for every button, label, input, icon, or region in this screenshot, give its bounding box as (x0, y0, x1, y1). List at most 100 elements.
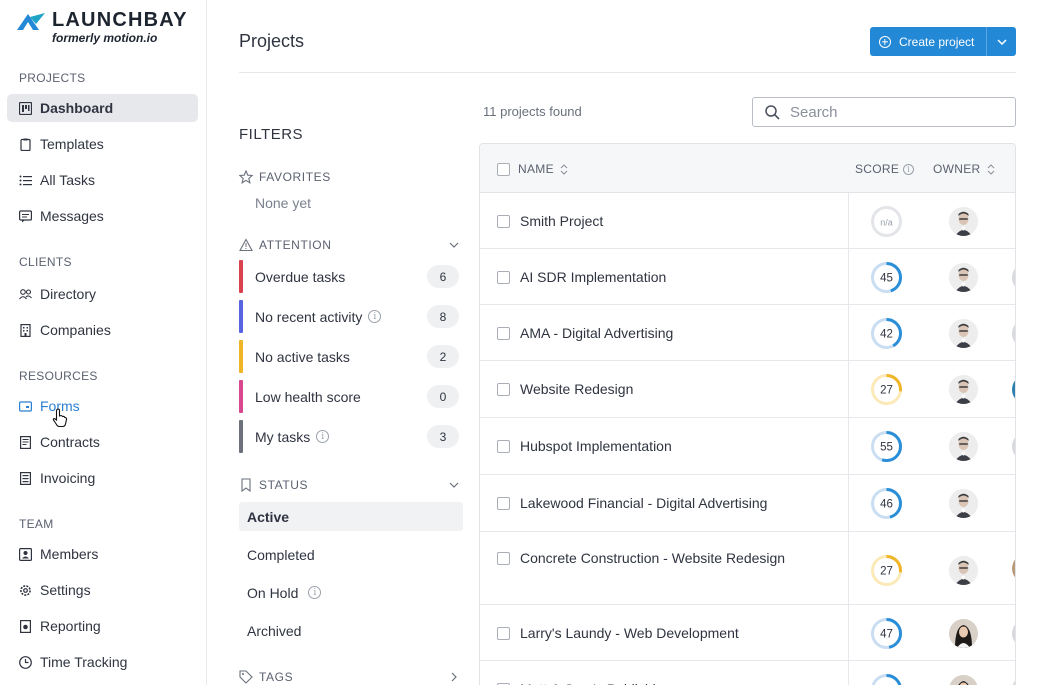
row-checkbox[interactable] (497, 440, 510, 453)
attention-overdue-tasks[interactable]: Overdue tasks 6 (239, 260, 463, 293)
owner-avatar[interactable] (949, 489, 978, 518)
favorites-header[interactable]: FAVORITES (239, 170, 463, 184)
create-options-dropdown[interactable] (987, 27, 1016, 56)
search-input[interactable] (790, 103, 1010, 121)
tag-icon (239, 670, 253, 684)
info-icon[interactable]: i (903, 163, 915, 175)
table-row[interactable]: AI SDR Implementation 45 (480, 249, 1015, 305)
sidebar-item-reporting[interactable]: Reporting (7, 612, 198, 640)
project-name[interactable]: Lakewood Financial - Digital Advertising (520, 495, 767, 511)
owner-column-header[interactable]: OWNER (933, 162, 1009, 176)
brand-logo[interactable]: LAUNCHBAY formerly motion.io (16, 9, 188, 45)
owner-avatar[interactable] (949, 432, 978, 461)
attention-header[interactable]: ATTENTION (239, 238, 463, 252)
row-checkbox[interactable] (497, 383, 510, 396)
table-row[interactable]: Lakewood Financial - Digital Advertising… (480, 475, 1015, 532)
row-checkbox[interactable] (497, 497, 510, 510)
project-name[interactable]: Matt & Sam's Publishing (520, 681, 671, 685)
attention-color-bar (239, 380, 243, 413)
table-row[interactable]: AMA - Digital Advertising 42 (480, 305, 1015, 361)
sidebar-item-invoicing[interactable]: Invoicing (7, 464, 198, 492)
select-all-checkbox[interactable] (497, 162, 510, 176)
row-checkbox[interactable] (497, 327, 510, 340)
sidebar-item-companies[interactable]: Companies (7, 316, 198, 344)
score-value: 45 (880, 273, 893, 285)
building-icon (19, 323, 32, 337)
sidebar-item-label: Dashboard (40, 100, 114, 116)
table-row[interactable]: Smith Project n/a (480, 193, 1015, 249)
tags-header[interactable]: TAGS (239, 670, 463, 684)
attention-low-health-score[interactable]: Low health score 0 (239, 380, 463, 413)
table-row[interactable]: Matt & Sam's Publishing 45 (480, 661, 1015, 685)
owner-avatar[interactable] (949, 675, 978, 685)
owner-avatar[interactable] (949, 619, 978, 648)
score-value: 55 (880, 442, 893, 454)
status-item-label: Completed (247, 546, 315, 563)
score-column-label: SCORE (855, 162, 900, 176)
sidebar-item-settings[interactable]: Settings (7, 576, 198, 604)
table-row[interactable]: Website Redesign 27 (480, 361, 1015, 418)
sidebar-item-label: Invoicing (40, 470, 96, 486)
attention-no-active-tasks[interactable]: No active tasks 2 (239, 340, 463, 373)
attention-count-badge: 3 (427, 425, 459, 448)
owner-avatar[interactable] (949, 263, 978, 292)
sidebar-item-templates[interactable]: Templates (7, 130, 198, 158)
status-on-hold[interactable]: On Hold i (239, 578, 463, 607)
table-row[interactable]: Concrete Construction - Website Redesign… (480, 532, 1015, 605)
health-score-ring: n/a (871, 206, 902, 237)
row-checkbox[interactable] (497, 271, 510, 284)
favorites-label: FAVORITES (259, 170, 331, 184)
project-name[interactable]: AMA - Digital Advertising (520, 325, 673, 341)
owner-avatar[interactable] (949, 319, 978, 348)
status-archived[interactable]: Archived (239, 616, 463, 645)
status-header[interactable]: STATUS (239, 478, 463, 492)
sidebar-item-label: Time Tracking (40, 654, 128, 670)
table-row[interactable]: Larry's Laundy - Web Development 47 (480, 605, 1015, 661)
attention-my-tasks[interactable]: My tasks i 3 (239, 420, 463, 453)
project-name[interactable]: Concrete Construction - Website Redesign (520, 550, 785, 566)
info-icon[interactable]: i (316, 430, 330, 443)
attention-count-badge: 0 (427, 385, 459, 408)
sidebar-item-members[interactable]: Members (7, 540, 198, 568)
info-icon[interactable]: i (368, 310, 382, 323)
project-name[interactable]: Smith Project (520, 213, 603, 229)
project-name[interactable]: AI SDR Implementation (520, 269, 666, 285)
owner-avatar[interactable] (949, 375, 978, 404)
create-project-button[interactable]: Create project (870, 27, 987, 56)
table-row[interactable]: Hubspot Implementation 55 (480, 418, 1015, 475)
row-checkbox[interactable] (497, 215, 510, 228)
sidebar-item-dashboard[interactable]: Dashboard (7, 94, 198, 122)
sidebar-item-directory[interactable]: Directory (7, 280, 198, 308)
project-name[interactable]: Hubspot Implementation (520, 438, 672, 454)
attention-label: My tasks (255, 428, 311, 445)
column-divider (848, 249, 849, 305)
sidebar-item-time-tracking[interactable]: Time Tracking (7, 648, 198, 676)
owner-avatar[interactable] (949, 207, 978, 236)
info-icon[interactable]: i (308, 586, 322, 599)
health-score-ring: 27 (871, 374, 902, 405)
sidebar-item-all-tasks[interactable]: All Tasks (7, 166, 198, 194)
column-divider (848, 532, 849, 605)
filters-title: FILTERS (239, 126, 304, 143)
sidebar-item-contracts[interactable]: Contracts (7, 428, 198, 456)
row-checkbox[interactable] (497, 552, 510, 565)
section-projects: PROJECTS (19, 71, 86, 85)
attention-no-recent-activity[interactable]: No recent activity i 8 (239, 300, 463, 333)
launchbay-logo-icon (17, 12, 45, 30)
owner-avatar[interactable] (949, 556, 978, 585)
score-column-header[interactable]: SCORE i (855, 162, 915, 176)
sort-icon (987, 163, 995, 175)
project-name[interactable]: Larry's Laundy - Web Development (520, 625, 739, 641)
document-icon (19, 435, 32, 449)
attention-count-badge: 8 (427, 305, 459, 328)
status-completed[interactable]: Completed (239, 540, 463, 569)
status-active[interactable]: Active (239, 502, 463, 531)
people-icon (19, 288, 32, 301)
sidebar-item-forms[interactable]: Forms (7, 392, 198, 420)
attention-label: Low health score (255, 388, 361, 405)
sidebar-item-messages[interactable]: Messages (7, 202, 198, 230)
row-checkbox[interactable] (497, 627, 510, 640)
search-box[interactable] (752, 97, 1016, 127)
project-name[interactable]: Website Redesign (520, 381, 633, 397)
name-column-header[interactable]: NAME (497, 162, 568, 176)
